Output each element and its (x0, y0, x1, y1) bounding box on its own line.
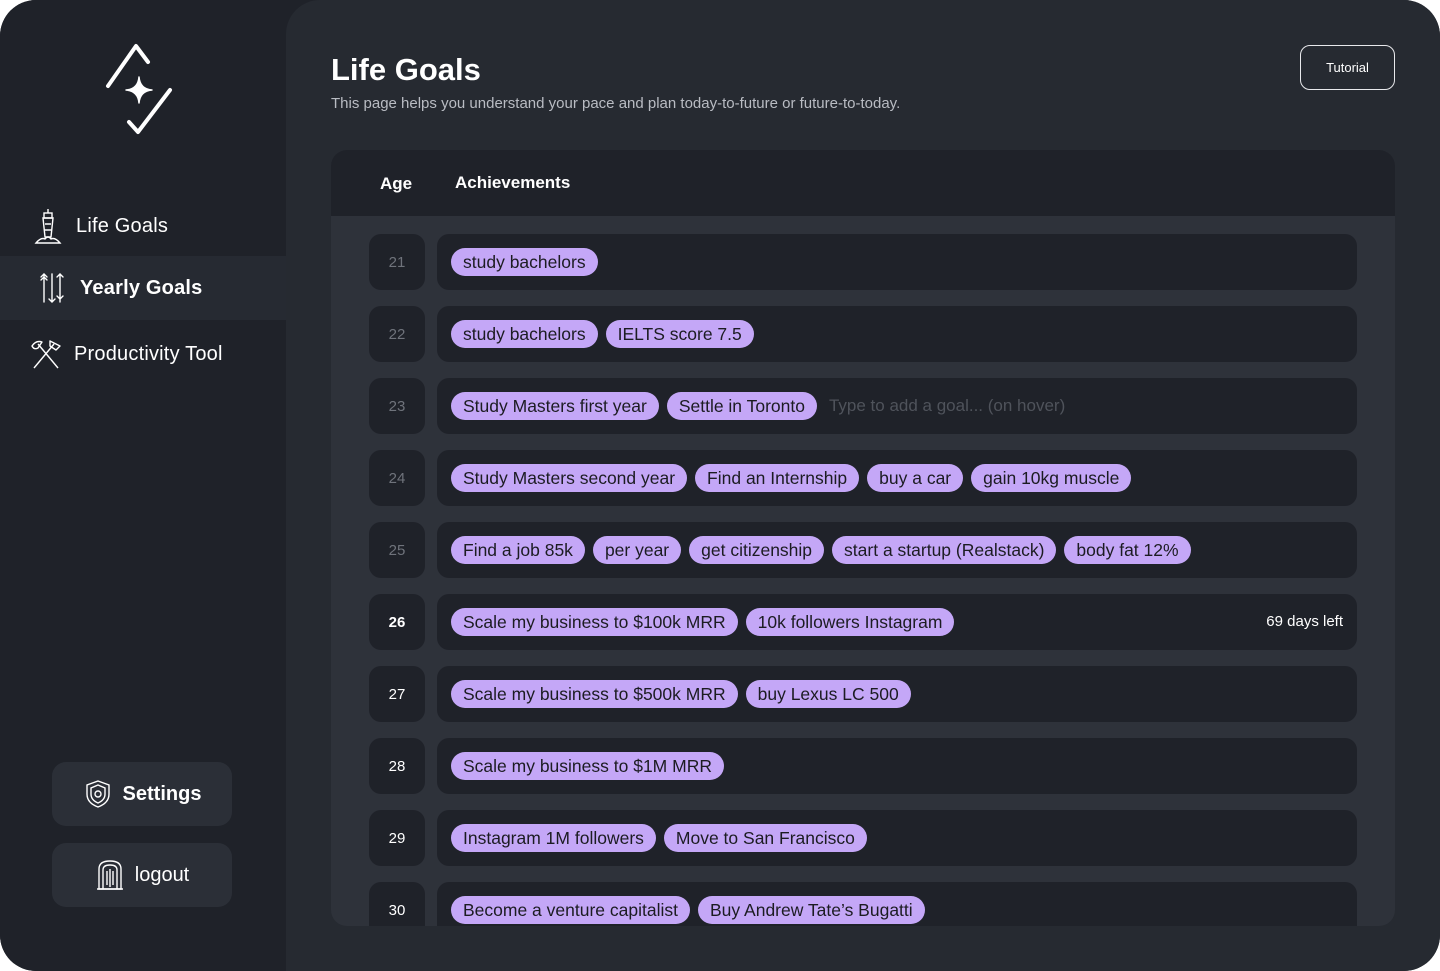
door-icon (95, 858, 125, 892)
goals-cell[interactable]: Scale my business to $1M MRR (437, 738, 1357, 794)
goal-chip[interactable]: IELTS score 7.5 (605, 320, 754, 348)
goal-chip[interactable]: start a startup (Realstack) (832, 536, 1057, 564)
goals-cell[interactable]: study bachelors (437, 234, 1357, 290)
table-row: 21 study bachelors (369, 234, 1357, 290)
age-cell: 24 (369, 450, 425, 506)
app-window: Life Goals Yearly Goals Productivity Too… (0, 0, 1440, 971)
goal-chip[interactable]: Scale my business to $100k MRR (451, 608, 738, 636)
table-row: 25 Find a job 85k per year get citizenship s… (369, 522, 1357, 578)
goal-chip[interactable]: Find an Internship (695, 464, 860, 492)
goal-chip[interactable]: Instagram 1M followers (451, 824, 656, 852)
sidebar-item-label: Productivity Tool (74, 342, 223, 365)
sidebar-item-label: Yearly Goals (80, 276, 203, 299)
days-left-label: 69 days left (1266, 613, 1343, 630)
logout-label: logout (134, 863, 190, 886)
sidebar-item-yearly-goals[interactable]: Yearly Goals (0, 256, 286, 320)
goal-chip[interactable]: Settle in Toronto (666, 392, 817, 420)
goal-chip[interactable]: study bachelors (451, 248, 598, 276)
table-row: 30 Become a venture capitalist Buy Andrew … (369, 882, 1357, 926)
tutorial-button[interactable]: Tutorial (1300, 45, 1395, 90)
age-cell: 23 (369, 378, 425, 434)
goal-chip[interactable]: Scale my business to $1M MRR (451, 752, 724, 780)
age-cell: 28 (369, 738, 425, 794)
crossed-tools-icon (28, 334, 64, 374)
table-row: 23 Study Masters first year Settle in Toro… (369, 378, 1357, 434)
goals-cell[interactable]: Scale my business to $100k MRR 10k follow… (437, 594, 1357, 650)
age-cell: 30 (369, 882, 425, 926)
goal-chip[interactable]: gain 10kg muscle (971, 464, 1132, 492)
goal-chip[interactable]: Buy Andrew Tate’s Bugatti (697, 896, 925, 924)
shield-icon (83, 777, 113, 811)
goals-cell[interactable]: Instagram 1M followers Move to San Franci… (437, 810, 1357, 866)
main-content: Life Goals This page helps you understan… (286, 0, 1440, 971)
goal-chip[interactable]: Move to San Francisco (663, 824, 867, 852)
goal-chip[interactable]: Study Masters first year (451, 392, 659, 420)
settings-label: Settings (122, 782, 202, 805)
column-header-achievements: Achievements (455, 173, 571, 192)
goal-chip[interactable]: study bachelors (451, 320, 598, 348)
table-row: 28 Scale my business to $1M MRR (369, 738, 1357, 794)
sidebar-item-life-goals[interactable]: Life Goals (0, 194, 286, 258)
table-row: 24 Study Masters second year Find an Inter… (369, 450, 1357, 506)
goal-chip[interactable]: buy a car (867, 464, 964, 492)
goal-chip[interactable]: per year (592, 536, 682, 564)
goals-cell[interactable]: Study Masters second year Find an Interns… (437, 450, 1357, 506)
goal-chip[interactable]: buy Lexus LC 500 (745, 680, 911, 708)
column-header-age: Age (380, 174, 413, 193)
table-row: 27 Scale my business to $500k MRR buy Lexu… (369, 666, 1357, 722)
goal-rows: 21 study bachelors 22 study bachelors IELTS … (369, 234, 1357, 926)
goal-chip[interactable]: get citizenship (689, 536, 825, 564)
table-header: Age Achievements (331, 150, 1395, 216)
table-row: 29 Instagram 1M followers Move to San Fran… (369, 810, 1357, 866)
table-row: 26 Scale my business to $100k MRR 10k foll… (369, 594, 1357, 650)
table-row: 22 study bachelors IELTS score 7.5 (369, 306, 1357, 362)
page-title: Life Goals (331, 52, 481, 87)
sidebar-item-productivity-tool[interactable]: Productivity Tool (0, 322, 286, 386)
logout-button[interactable]: logout (52, 843, 232, 907)
goal-chip[interactable]: Study Masters second year (451, 464, 688, 492)
age-cell: 25 (369, 522, 425, 578)
goals-cell[interactable]: Scale my business to $500k MRR buy Lexus … (437, 666, 1357, 722)
goal-chip[interactable]: Find a job 85k (451, 536, 585, 564)
logo-icon (100, 42, 180, 138)
page-subtitle: This page helps you understand your pace… (331, 95, 901, 112)
goals-cell[interactable]: Find a job 85k per year get citizenship sta… (437, 522, 1357, 578)
add-goal-input[interactable] (828, 396, 1149, 416)
age-cell: 26 (369, 594, 425, 650)
age-cell: 22 (369, 306, 425, 362)
lighthouse-icon (30, 206, 66, 246)
sidebar-item-label: Life Goals (76, 214, 169, 237)
goals-table: Age Achievements 21 study bachelors 22 stud… (331, 150, 1395, 926)
age-cell: 29 (369, 810, 425, 866)
goal-chip[interactable]: body fat 12% (1064, 536, 1191, 564)
goals-cell[interactable]: Become a venture capitalist Buy Andrew Ta… (437, 882, 1357, 926)
settings-button[interactable]: Settings (52, 762, 232, 826)
age-cell: 21 (369, 234, 425, 290)
age-cell: 27 (369, 666, 425, 722)
goal-chip[interactable]: Become a venture capitalist (451, 896, 690, 924)
goal-chip[interactable]: Scale my business to $500k MRR (451, 680, 738, 708)
goals-cell[interactable]: Study Masters first year Settle in Toront… (437, 378, 1357, 434)
goals-cell[interactable]: study bachelors IELTS score 7.5 (437, 306, 1357, 362)
sidebar: Life Goals Yearly Goals Productivity Too… (0, 0, 286, 971)
arrows-icon (34, 268, 70, 308)
goal-chip[interactable]: 10k followers Instagram (745, 608, 955, 636)
